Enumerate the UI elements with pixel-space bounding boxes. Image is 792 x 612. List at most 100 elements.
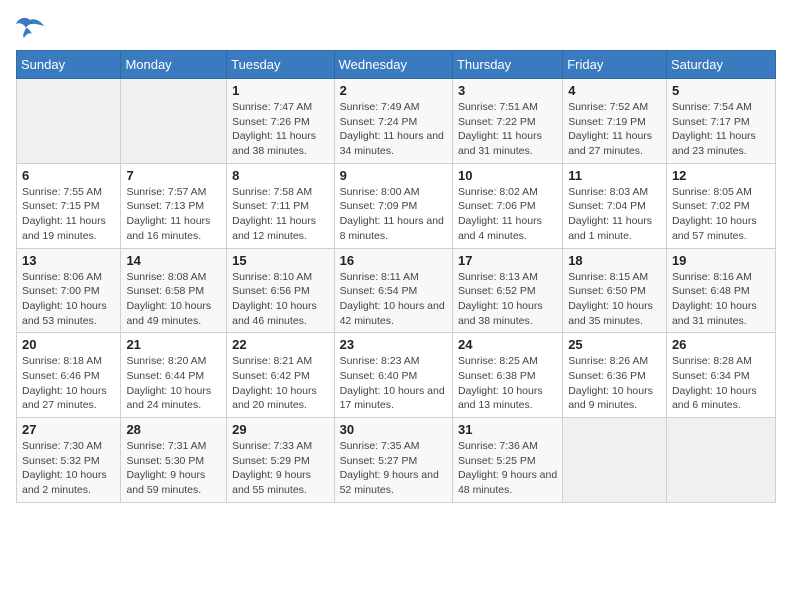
calendar-cell: 23 Sunrise: 8:23 AMSunset: 6:40 PMDayligh… [334, 333, 452, 418]
calendar-cell: 22 Sunrise: 8:21 AMSunset: 6:42 PMDayligh… [227, 333, 334, 418]
day-number: 6 [22, 168, 115, 183]
day-info: Sunrise: 7:30 AMSunset: 5:32 PMDaylight:… [22, 439, 115, 498]
calendar-cell: 5Sunrise: 7:54 AMSunset: 7:17 PMDaylight… [666, 79, 775, 164]
day-info: Sunrise: 7:54 AMSunset: 7:17 PMDaylight:… [672, 100, 770, 159]
calendar-cell [666, 418, 775, 503]
calendar-cell: 15Sunrise: 8:10 AMSunset: 6:56 PMDayligh… [227, 248, 334, 333]
calendar-cell: 11 Sunrise: 8:03 AMSunset: 7:04 PMDayligh… [563, 163, 667, 248]
calendar-week-3: 13 Sunrise: 8:06 AMSunset: 7:00 PMDayligh… [17, 248, 776, 333]
day-info: Sunrise: 7:47 AMSunset: 7:26 PMDaylight:… [232, 100, 328, 159]
calendar-cell: 1Sunrise: 7:47 AMSunset: 7:26 PMDaylight… [227, 79, 334, 164]
day-info: Sunrise: 7:49 AMSunset: 7:24 PMDaylight:… [340, 100, 447, 159]
day-info: Sunrise: 8:25 AMSunset: 6:38 PMDaylight:… [458, 354, 557, 413]
day-number: 17 [458, 253, 557, 268]
calendar-week-2: 6 Sunrise: 7:55 AMSunset: 7:15 PMDaylight… [17, 163, 776, 248]
calendar-cell [17, 79, 121, 164]
day-info: Sunrise: 7:58 AMSunset: 7:11 PMDaylight:… [232, 185, 328, 244]
calendar-table: SundayMondayTuesdayWednesdayThursdayFrid… [16, 50, 776, 503]
day-info: Sunrise: 8:28 AMSunset: 6:34 PMDaylight:… [672, 354, 770, 413]
calendar-cell: 3 Sunrise: 7:51 AMSunset: 7:22 PMDaylight… [452, 79, 562, 164]
day-number: 4 [568, 83, 661, 98]
calendar-cell: 16Sunrise: 8:11 AMSunset: 6:54 PMDayligh… [334, 248, 452, 333]
day-number: 11 [568, 168, 661, 183]
day-info: Sunrise: 8:15 AMSunset: 6:50 PMDaylight:… [568, 270, 661, 329]
day-number: 14 [126, 253, 221, 268]
day-info: Sunrise: 7:35 AMSunset: 5:27 PMDaylight:… [340, 439, 447, 498]
calendar-cell: 19Sunrise: 8:16 AMSunset: 6:48 PMDayligh… [666, 248, 775, 333]
calendar-cell: 10 Sunrise: 8:02 AMSunset: 7:06 PMDayligh… [452, 163, 562, 248]
day-number: 30 [340, 422, 447, 437]
day-number: 15 [232, 253, 328, 268]
weekday-header-sunday: Sunday [17, 51, 121, 79]
calendar-week-1: 1Sunrise: 7:47 AMSunset: 7:26 PMDaylight… [17, 79, 776, 164]
calendar-week-4: 20 Sunrise: 8:18 AMSunset: 6:46 PMDayligh… [17, 333, 776, 418]
day-info: Sunrise: 7:55 AMSunset: 7:15 PMDaylight:… [22, 185, 115, 244]
weekday-header-tuesday: Tuesday [227, 51, 334, 79]
day-number: 29 [232, 422, 328, 437]
calendar-cell: 13 Sunrise: 8:06 AMSunset: 7:00 PMDayligh… [17, 248, 121, 333]
day-number: 19 [672, 253, 770, 268]
calendar-cell [563, 418, 667, 503]
day-info: Sunrise: 7:51 AMSunset: 7:22 PMDaylight:… [458, 100, 557, 159]
weekday-header-saturday: Saturday [666, 51, 775, 79]
day-info: Sunrise: 8:23 AMSunset: 6:40 PMDaylight:… [340, 354, 447, 413]
day-number: 13 [22, 253, 115, 268]
calendar-cell: 26 Sunrise: 8:28 AMSunset: 6:34 PMDayligh… [666, 333, 775, 418]
calendar-cell: 12 Sunrise: 8:05 AMSunset: 7:02 PMDayligh… [666, 163, 775, 248]
calendar-cell: 29 Sunrise: 7:33 AMSunset: 5:29 PMDayligh… [227, 418, 334, 503]
day-info: Sunrise: 8:18 AMSunset: 6:46 PMDaylight:… [22, 354, 115, 413]
calendar-header: SundayMondayTuesdayWednesdayThursdayFrid… [17, 51, 776, 79]
day-info: Sunrise: 7:52 AMSunset: 7:19 PMDaylight:… [568, 100, 661, 159]
day-number: 23 [340, 337, 447, 352]
day-number: 31 [458, 422, 557, 437]
weekday-header-friday: Friday [563, 51, 667, 79]
day-number: 27 [22, 422, 115, 437]
calendar-cell: 21 Sunrise: 8:20 AMSunset: 6:44 PMDayligh… [121, 333, 227, 418]
weekday-header-monday: Monday [121, 51, 227, 79]
day-number: 10 [458, 168, 557, 183]
calendar-cell: 6 Sunrise: 7:55 AMSunset: 7:15 PMDaylight… [17, 163, 121, 248]
calendar-cell: 8 Sunrise: 7:58 AMSunset: 7:11 PMDaylight… [227, 163, 334, 248]
day-number: 16 [340, 253, 447, 268]
day-number: 18 [568, 253, 661, 268]
day-info: Sunrise: 7:33 AMSunset: 5:29 PMDaylight:… [232, 439, 328, 498]
calendar-cell: 31 Sunrise: 7:36 AMSunset: 5:25 PMDayligh… [452, 418, 562, 503]
page-header [16, 16, 776, 38]
weekday-header-thursday: Thursday [452, 51, 562, 79]
day-info: Sunrise: 8:21 AMSunset: 6:42 PMDaylight:… [232, 354, 328, 413]
calendar-cell: 24 Sunrise: 8:25 AMSunset: 6:38 PMDayligh… [452, 333, 562, 418]
day-number: 8 [232, 168, 328, 183]
calendar-cell: 27 Sunrise: 7:30 AMSunset: 5:32 PMDayligh… [17, 418, 121, 503]
calendar-cell: 7Sunrise: 7:57 AMSunset: 7:13 PMDaylight… [121, 163, 227, 248]
calendar-cell: 25Sunrise: 8:26 AMSunset: 6:36 PMDayligh… [563, 333, 667, 418]
day-info: Sunrise: 8:00 AMSunset: 7:09 PMDaylight:… [340, 185, 447, 244]
day-number: 22 [232, 337, 328, 352]
logo-bird-icon [16, 16, 44, 38]
day-number: 7 [126, 168, 221, 183]
calendar-cell: 20 Sunrise: 8:18 AMSunset: 6:46 PMDayligh… [17, 333, 121, 418]
calendar-cell: 4 Sunrise: 7:52 AMSunset: 7:19 PMDaylight… [563, 79, 667, 164]
logo [16, 16, 48, 38]
day-number: 24 [458, 337, 557, 352]
day-info: Sunrise: 8:02 AMSunset: 7:06 PMDaylight:… [458, 185, 557, 244]
day-info: Sunrise: 7:36 AMSunset: 5:25 PMDaylight:… [458, 439, 557, 498]
day-number: 3 [458, 83, 557, 98]
day-number: 12 [672, 168, 770, 183]
day-number: 28 [126, 422, 221, 437]
day-info: Sunrise: 8:13 AMSunset: 6:52 PMDaylight:… [458, 270, 557, 329]
calendar-cell: 30 Sunrise: 7:35 AMSunset: 5:27 PMDayligh… [334, 418, 452, 503]
day-number: 20 [22, 337, 115, 352]
day-info: Sunrise: 8:06 AMSunset: 7:00 PMDaylight:… [22, 270, 115, 329]
calendar-cell: 14 Sunrise: 8:08 AMSunset: 6:58 PMDayligh… [121, 248, 227, 333]
weekday-header-wednesday: Wednesday [334, 51, 452, 79]
day-info: Sunrise: 8:03 AMSunset: 7:04 PMDaylight:… [568, 185, 661, 244]
day-number: 26 [672, 337, 770, 352]
day-number: 2 [340, 83, 447, 98]
day-info: Sunrise: 8:08 AMSunset: 6:58 PMDaylight:… [126, 270, 221, 329]
calendar-cell: 17 Sunrise: 8:13 AMSunset: 6:52 PMDayligh… [452, 248, 562, 333]
day-info: Sunrise: 8:05 AMSunset: 7:02 PMDaylight:… [672, 185, 770, 244]
day-info: Sunrise: 8:20 AMSunset: 6:44 PMDaylight:… [126, 354, 221, 413]
day-info: Sunrise: 8:26 AMSunset: 6:36 PMDaylight:… [568, 354, 661, 413]
calendar-cell: 18 Sunrise: 8:15 AMSunset: 6:50 PMDayligh… [563, 248, 667, 333]
day-number: 21 [126, 337, 221, 352]
